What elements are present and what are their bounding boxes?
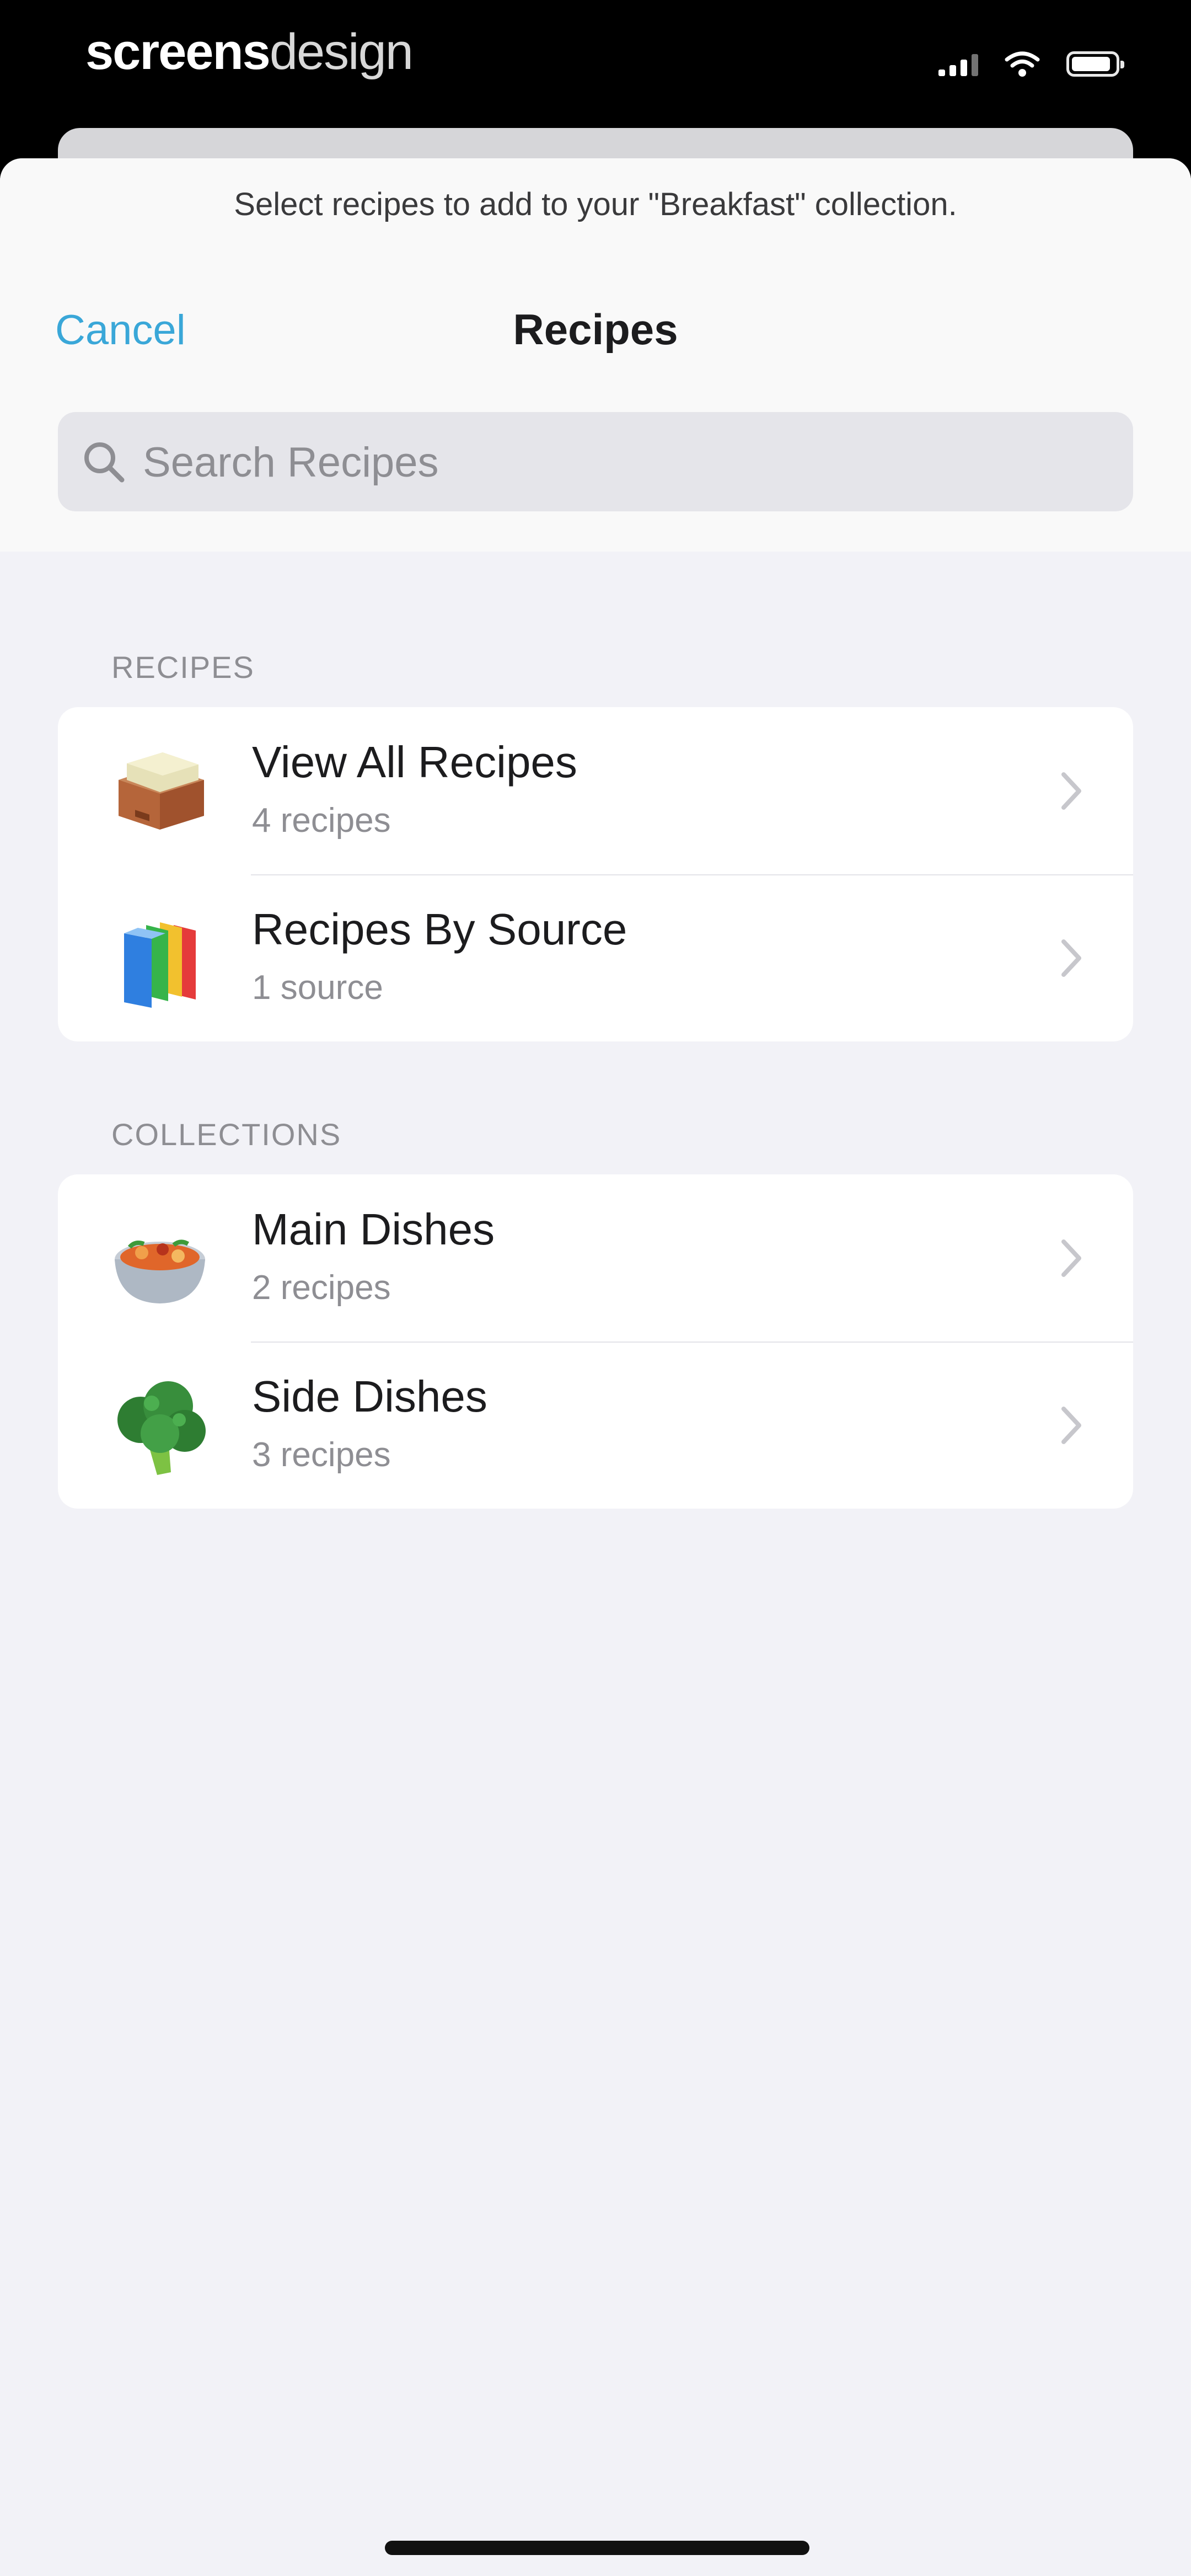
recipes-group: View All Recipes 4 recipes Recipes By So… xyxy=(58,707,1133,1041)
row-side-dishes[interactable]: Side Dishes 3 recipes xyxy=(58,1342,1133,1509)
chevron-right-icon xyxy=(1061,1407,1081,1444)
search-input[interactable] xyxy=(142,412,1114,512)
chevron-right-icon xyxy=(1061,1239,1081,1277)
search-icon xyxy=(84,442,125,483)
books-icon xyxy=(124,922,196,1008)
cancel-button[interactable]: Cancel xyxy=(55,306,186,354)
wifi-icon xyxy=(1005,51,1040,77)
cellular-signal-icon xyxy=(938,52,978,76)
row-view-all-recipes[interactable]: View All Recipes 4 recipes xyxy=(58,707,1133,874)
row-subtitle: 4 recipes xyxy=(252,801,391,840)
brand-bold-text: screens xyxy=(85,24,271,80)
curry-bowl-icon xyxy=(115,1239,205,1303)
chevron-right-icon xyxy=(1061,772,1081,810)
brand-watermark: screensdesign xyxy=(85,23,414,81)
row-title: View All Recipes xyxy=(252,737,577,787)
row-main-dishes[interactable]: Main Dishes 2 recipes xyxy=(58,1174,1133,1342)
row-recipes-by-source[interactable]: Recipes By Source 1 source xyxy=(58,874,1133,1041)
battery-icon xyxy=(1066,51,1124,77)
home-indicator[interactable] xyxy=(385,2541,809,2555)
recipe-box-icon xyxy=(119,752,204,830)
row-subtitle: 1 source xyxy=(252,969,383,1007)
instruction-text: Select recipes to add to your "Breakfast… xyxy=(234,186,957,222)
row-subtitle: 2 recipes xyxy=(252,1269,391,1307)
chevron-right-icon xyxy=(1061,939,1081,977)
collections-group: Main Dishes 2 recipes Side Dishes 3 reci… xyxy=(58,1174,1133,1509)
section-header-collections: COLLECTIONS xyxy=(111,1117,342,1152)
broccoli-icon xyxy=(117,1381,206,1475)
status-icons xyxy=(938,51,1124,77)
row-subtitle: 3 recipes xyxy=(252,1436,391,1474)
search-bar[interactable] xyxy=(58,412,1133,512)
row-title: Side Dishes xyxy=(252,1372,487,1421)
status-bar: screensdesign xyxy=(0,0,1191,127)
section-header-recipes: RECIPES xyxy=(111,650,255,685)
row-title: Recipes By Source xyxy=(252,905,627,954)
sheet-header: Select recipes to add to your "Breakfast… xyxy=(0,158,1191,552)
recipes-sheet: Select recipes to add to your "Breakfast… xyxy=(0,158,1191,2576)
row-title: Main Dishes xyxy=(252,1205,495,1254)
brand-light-text: design xyxy=(269,24,414,80)
